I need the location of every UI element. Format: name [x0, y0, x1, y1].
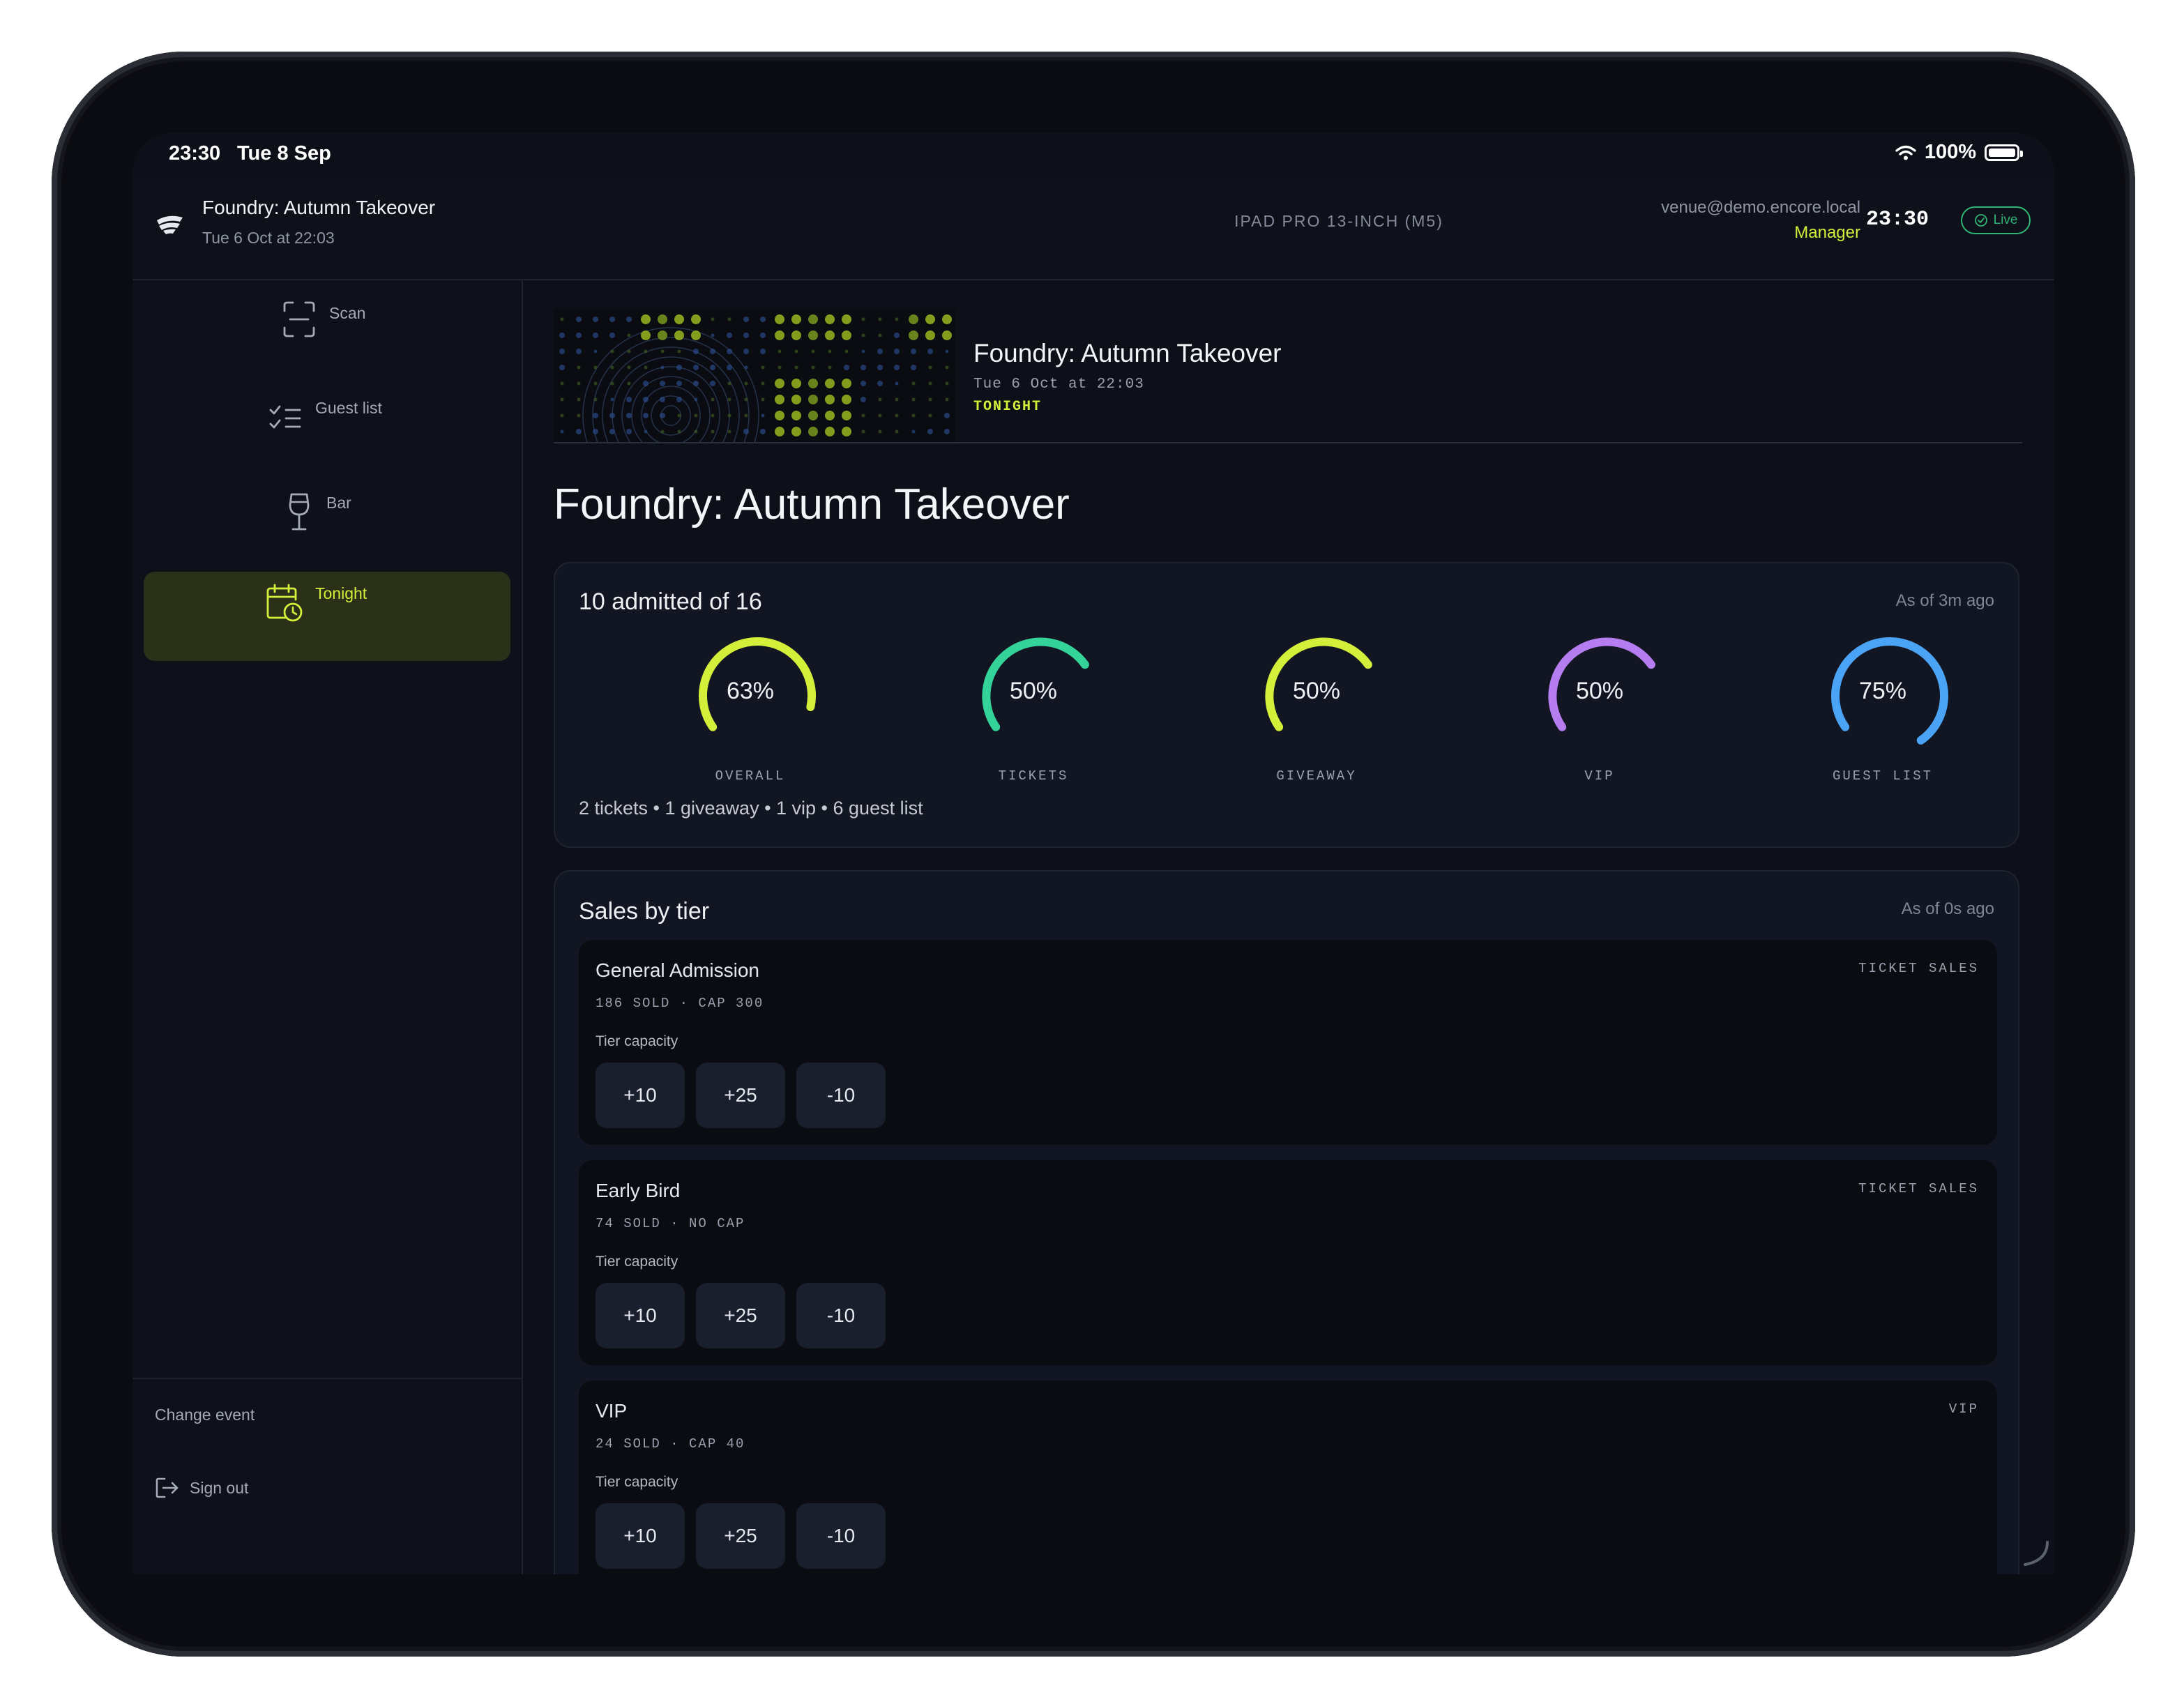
capacity-minus-10-button[interactable]: -10 [796, 1063, 886, 1128]
sign-out-icon [156, 1477, 179, 1498]
battery-icon [1985, 144, 2023, 161]
page-title: Foundry: Autumn Takeover [554, 480, 1070, 528]
sidebar-item-label: Tonight [315, 584, 367, 602]
ring-label: GIVEAWAY [1276, 768, 1357, 784]
ring-percent: 50% [1292, 678, 1341, 704]
live-badge: Live [1961, 206, 2031, 234]
tier-card-general-admission: General Admission 186 SOLD · CAP 300 TIC… [579, 940, 1997, 1145]
wine-glass-icon [289, 493, 310, 531]
tier-capacity-label: Tier capacity [596, 1254, 678, 1270]
capacity-minus-10-button[interactable]: -10 [796, 1503, 886, 1569]
admissions-breakdown: 2 tickets • 1 giveaway • 1 vip • 6 guest… [579, 798, 923, 819]
capacity-plus-25-button[interactable]: +25 [696, 1063, 785, 1128]
ring-label: GUEST LIST [1832, 768, 1934, 784]
tier-capacity-label: Tier capacity [596, 1474, 678, 1490]
event-artwork [554, 310, 955, 442]
capacity-plus-10-button[interactable]: +10 [596, 1283, 685, 1348]
sidebar-item-label: Guest list [315, 399, 382, 417]
change-event-label: Change event [155, 1406, 255, 1424]
tier-capacity-buttons: +10 +25 -10 [596, 1283, 886, 1348]
header-event-title[interactable]: Foundry: Autumn Takeover [202, 197, 435, 219]
ring-guest-list: 75% GUEST LIST [1799, 637, 1966, 784]
tier-card-vip: VIP 24 SOLD · CAP 40 VIP Tier capacity +… [579, 1380, 1997, 1574]
ring-tickets: 50% TICKETS [950, 637, 1117, 784]
tier-type: TICKET SALES [1858, 961, 1979, 976]
battery-percent: 100% [1924, 141, 1976, 163]
tier-name: VIP [596, 1400, 628, 1422]
capacity-plus-10-button[interactable]: +10 [596, 1063, 685, 1128]
checklist-icon [269, 405, 301, 429]
ring-giveaway: 50% GIVEAWAY [1233, 637, 1400, 784]
sales-title: Sales by tier [579, 898, 710, 925]
status-time: 23:30 [169, 142, 221, 165]
check-circle-icon [1974, 214, 1987, 227]
tier-capacity-label: Tier capacity [596, 1033, 678, 1049]
tier-name: General Admission [596, 959, 760, 981]
calendar-clock-icon [266, 584, 303, 622]
tier-meta: 24 SOLD · CAP 40 [596, 1436, 745, 1452]
sidebar-divider [132, 1378, 522, 1379]
ring-overall: 63% OVERALL [667, 637, 834, 784]
change-event-link[interactable]: Change event [155, 1406, 255, 1424]
event-banner: Foundry: Autumn Takeover Tue 6 Oct at 22… [554, 310, 2022, 443]
capacity-plus-25-button[interactable]: +25 [696, 1283, 785, 1348]
ring-label: VIP [1584, 768, 1615, 784]
header-event-date: Tue 6 Oct at 22:03 [202, 229, 335, 247]
sales-by-tier-card: Sales by tier As of 0s ago General Admis… [554, 870, 2019, 1574]
app-header: Foundry: Autumn Takeover Tue 6 Oct at 22… [132, 177, 2054, 280]
ring-vip: 50% VIP [1516, 637, 1683, 784]
sidebar-item-tonight[interactable]: Tonight [144, 572, 510, 661]
sign-out-button[interactable]: Sign out [155, 1477, 248, 1499]
status-right: 100% [1895, 141, 2023, 164]
user-role: Manager [1794, 223, 1860, 242]
banner-title: Foundry: Autumn Takeover [973, 339, 1282, 367]
tier-type: VIP [1948, 1401, 1979, 1417]
banner-date: Tue 6 Oct at 22:03 [973, 376, 1144, 393]
tier-type: TICKET SALES [1858, 1181, 1979, 1196]
scan-icon [283, 301, 315, 337]
ring-label: OVERALL [715, 768, 786, 784]
status-date: Tue 8 Sep [237, 142, 331, 165]
capacity-plus-10-button[interactable]: +10 [596, 1503, 685, 1569]
header-clock: 23:30 [1865, 208, 1929, 231]
sidebar-item-label: Bar [326, 494, 351, 512]
loading-spinner-icon [2024, 1541, 2049, 1566]
sales-as-of: As of 0s ago [1901, 899, 1994, 918]
status-bar: 23:30 Tue 8 Sep 100% [132, 132, 2054, 177]
capacity-plus-25-button[interactable]: +25 [696, 1503, 785, 1569]
sign-out-label: Sign out [190, 1478, 249, 1497]
main-content: Foundry: Autumn Takeover Tue 6 Oct at 22… [523, 280, 2054, 1574]
admissions-title: 10 admitted of 16 [579, 588, 762, 615]
ring-percent: 75% [1858, 678, 1907, 704]
tier-name: Early Bird [596, 1180, 681, 1201]
capacity-minus-10-button[interactable]: -10 [796, 1283, 886, 1348]
sidebar-item-guest-list[interactable]: Guest list [144, 375, 510, 462]
ring-percent: 50% [1575, 678, 1624, 704]
tier-meta: 74 SOLD · NO CAP [596, 1216, 745, 1231]
sidebar-item-scan[interactable]: Scan [144, 280, 510, 367]
sidebar: Scan Guest list Bar Tonight Change event… [132, 280, 523, 1574]
wifi-icon [1895, 145, 1916, 160]
ring-percent: 50% [1009, 678, 1058, 704]
ring-label: TICKETS [998, 768, 1069, 784]
ring-percent: 63% [726, 678, 775, 704]
user-email: venue@demo.encore.local [1661, 198, 1860, 217]
tier-capacity-buttons: +10 +25 -10 [596, 1063, 886, 1128]
screen: 23:30 Tue 8 Sep 100% Foundry: Autumn Tak… [132, 132, 2054, 1574]
sidebar-item-label: Scan [329, 304, 366, 322]
device-name: IPAD PRO 13-INCH (M5) [1234, 212, 1443, 230]
banner-tag: TONIGHT [973, 399, 1042, 415]
admissions-card: 10 admitted of 16 As of 3m ago 63% OVERA… [554, 562, 2019, 848]
admissions-as-of: As of 3m ago [1895, 591, 1994, 610]
app-logo-icon [157, 215, 183, 234]
sidebar-item-bar[interactable]: Bar [144, 470, 510, 556]
tier-capacity-buttons: +10 +25 -10 [596, 1503, 886, 1569]
tier-card-early-bird: Early Bird 74 SOLD · NO CAP TICKET SALES… [579, 1160, 1997, 1365]
tier-meta: 186 SOLD · CAP 300 [596, 996, 764, 1011]
live-label: Live [1993, 213, 2018, 227]
